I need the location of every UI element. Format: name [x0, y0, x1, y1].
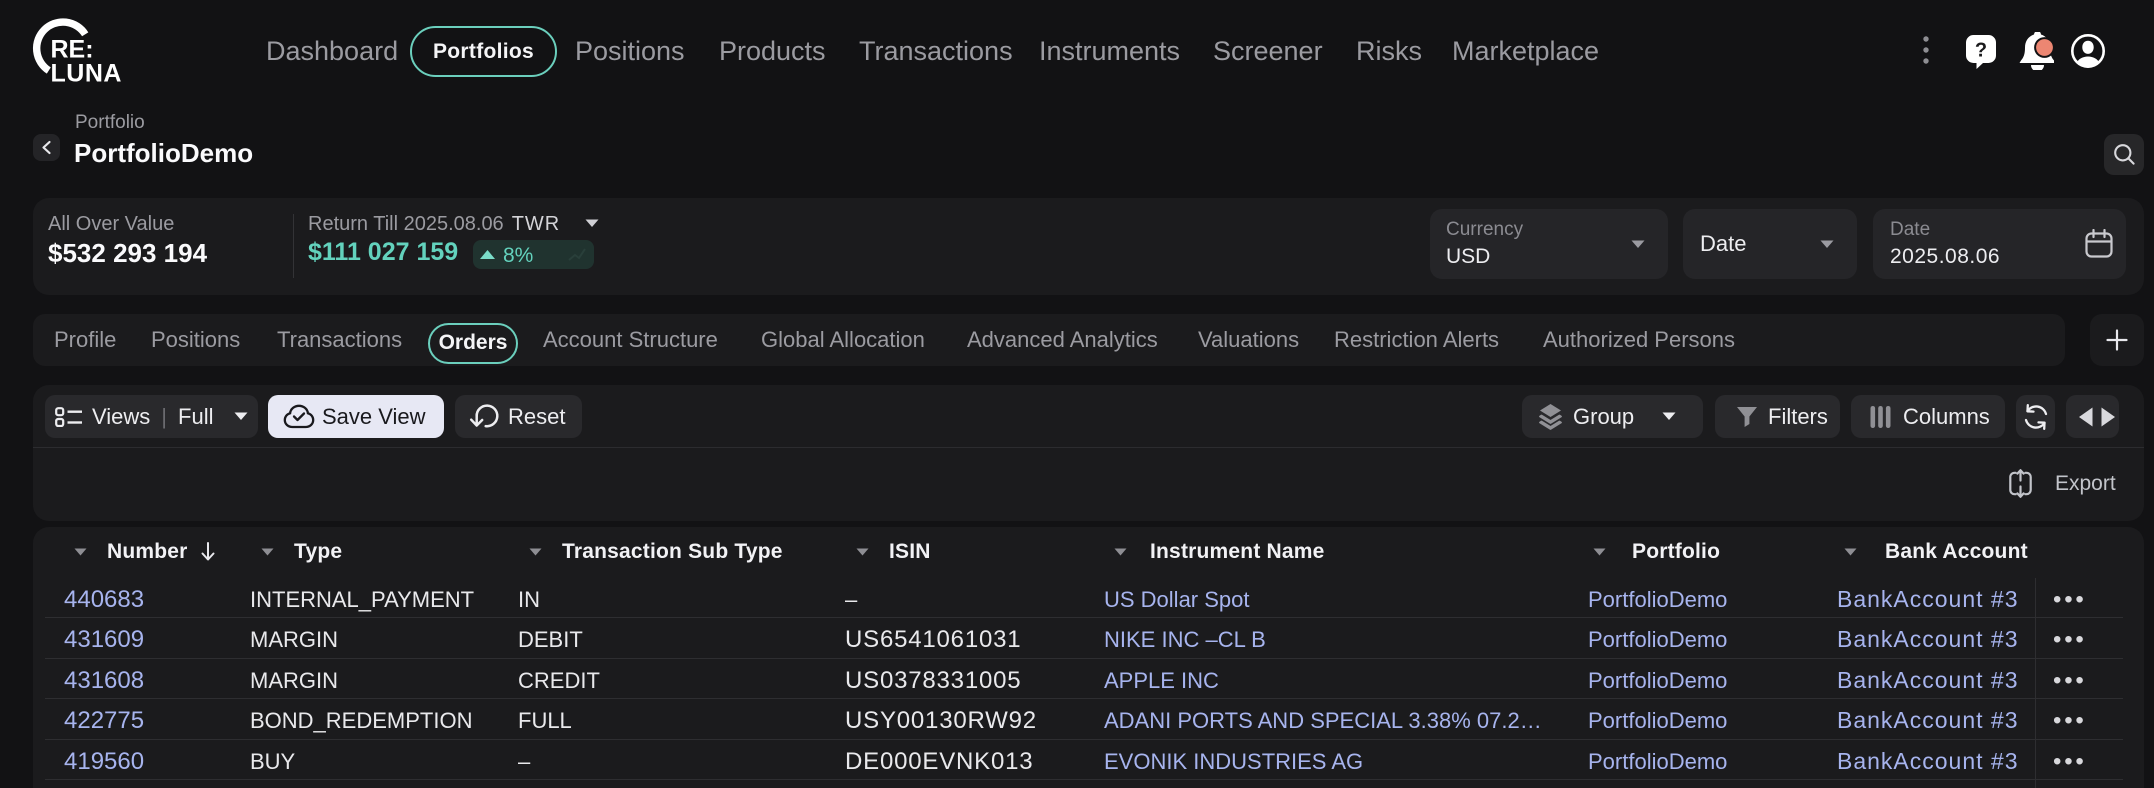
- svg-text:LUNA: LUNA: [51, 60, 122, 88]
- svg-text:?: ?: [1975, 40, 1987, 62]
